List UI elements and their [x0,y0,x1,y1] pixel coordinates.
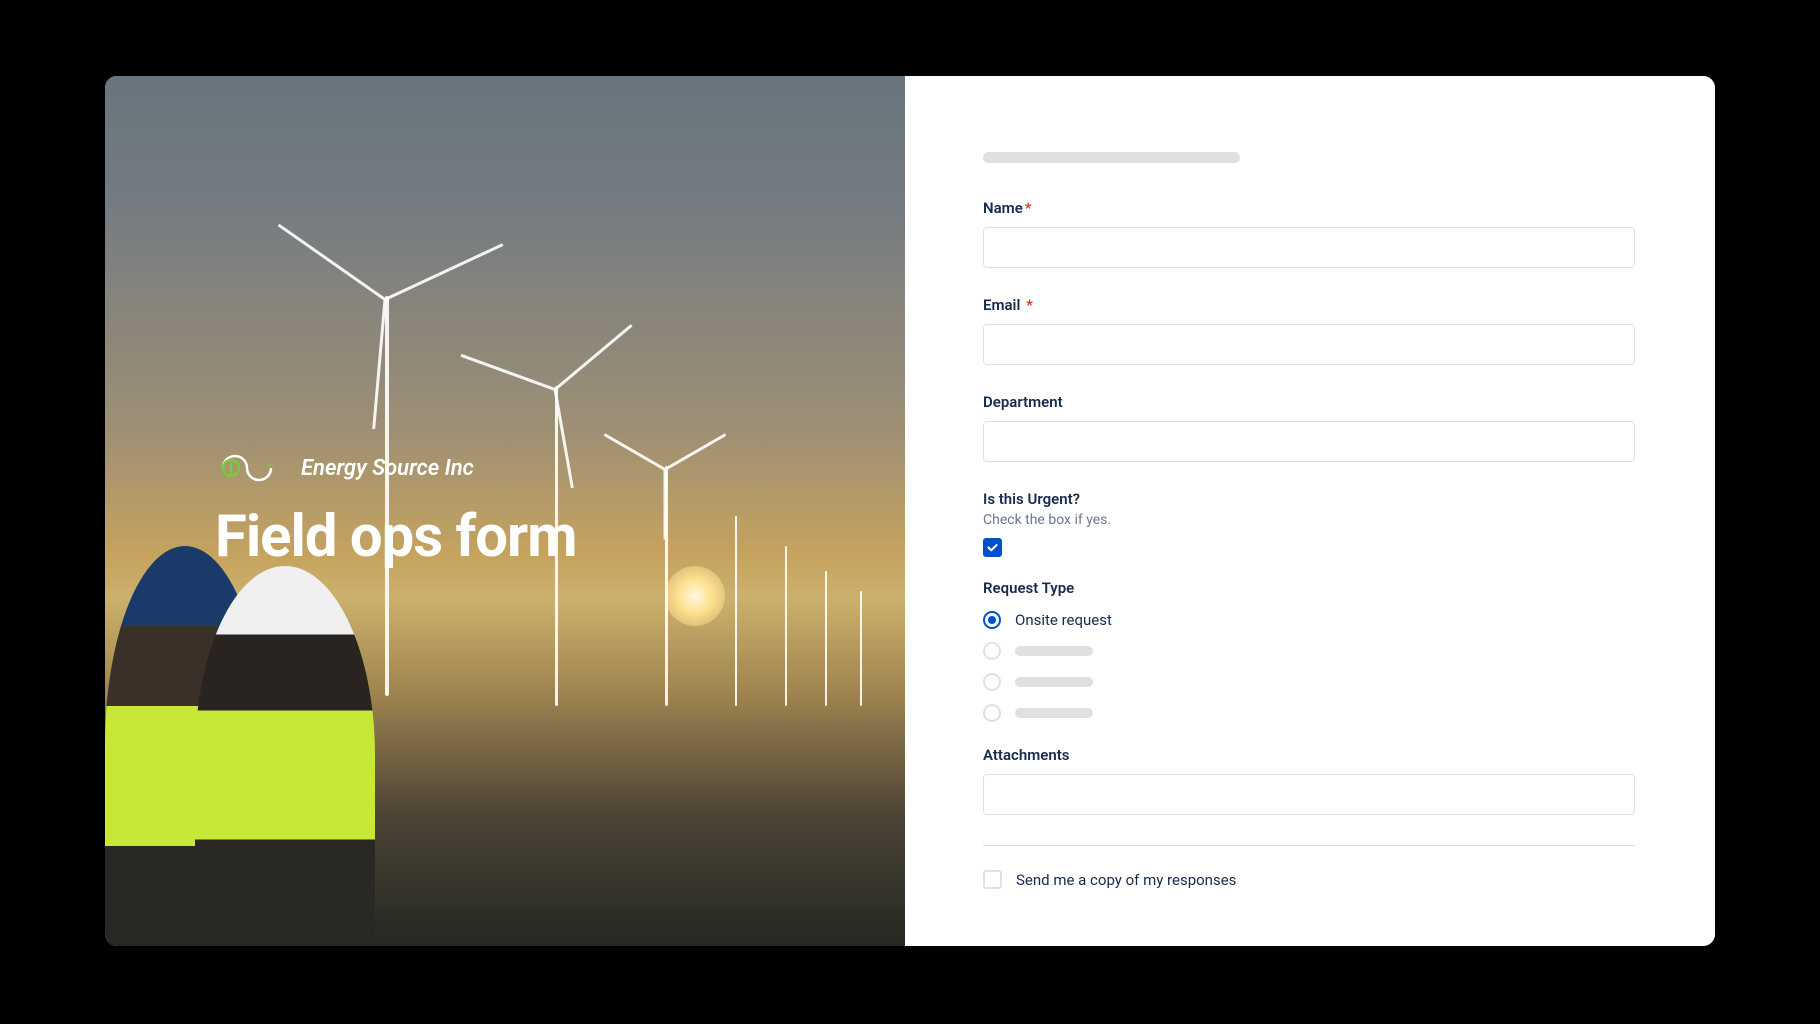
required-indicator: * [1025,199,1032,217]
email-input[interactable] [983,324,1635,365]
radio-icon [983,642,1001,660]
request-type-label: Request Type [983,579,1635,597]
form-app: Energy Source Inc Field ops form Name* E… [105,76,1715,946]
radio-option-placeholder[interactable] [983,704,1635,722]
radio-label-placeholder [1015,708,1093,718]
name-input[interactable] [983,227,1635,268]
urgent-checkbox[interactable] [983,538,1002,557]
email-label: Email * [983,296,1635,314]
radio-option-placeholder[interactable] [983,642,1635,660]
urgent-label: Is this Urgent? [983,490,1635,508]
decorative-turbine [860,591,862,706]
description-placeholder [983,152,1240,163]
field-urgent: Is this Urgent? Check the box if yes. [983,490,1635,557]
field-attachments: Attachments [983,746,1635,815]
form-panel: Name* Email * Department Is this Urgent?… [905,76,1715,946]
field-department: Department [983,393,1635,462]
radio-label-text: Onsite request [1015,611,1112,629]
decorative-person [195,566,375,946]
hero-panel: Energy Source Inc Field ops form [105,76,905,946]
field-request-type: Request Type Onsite request [983,579,1635,722]
check-icon [986,541,999,554]
radio-option-onsite[interactable]: Onsite request [983,611,1635,629]
decorative-turbine [384,243,503,301]
divider [983,845,1635,846]
radio-icon [983,611,1001,629]
radio-icon [983,704,1001,722]
company-logo-icon [215,451,287,485]
radio-label-placeholder [1015,646,1093,656]
brand-name: Energy Source Inc [301,456,474,481]
field-email: Email * [983,296,1635,365]
page-title: Field ops form [215,503,905,571]
brand-row: Energy Source Inc [215,451,905,485]
required-indicator: * [1026,296,1033,314]
radio-option-placeholder[interactable] [983,673,1635,691]
label-text: Name [983,199,1023,217]
attachments-input[interactable] [983,774,1635,815]
copy-responses-row[interactable]: Send me a copy of my responses [983,870,1635,889]
decorative-turbine [278,224,386,301]
decorative-turbine [554,324,633,391]
copy-label: Send me a copy of my responses [1016,871,1236,889]
decorative-sun [665,566,725,626]
department-input[interactable] [983,421,1635,462]
urgent-helper: Check the box if yes. [983,512,1635,528]
decorative-turbine [825,571,827,706]
copy-checkbox[interactable] [983,870,1002,889]
attachments-label: Attachments [983,746,1635,764]
radio-icon [983,673,1001,691]
department-label: Department [983,393,1635,411]
label-text: Email [983,296,1020,314]
decorative-turbine [461,354,556,391]
name-label: Name* [983,199,1635,217]
field-name: Name* [983,199,1635,268]
decorative-turbine [385,296,389,696]
radio-label-placeholder [1015,677,1093,687]
